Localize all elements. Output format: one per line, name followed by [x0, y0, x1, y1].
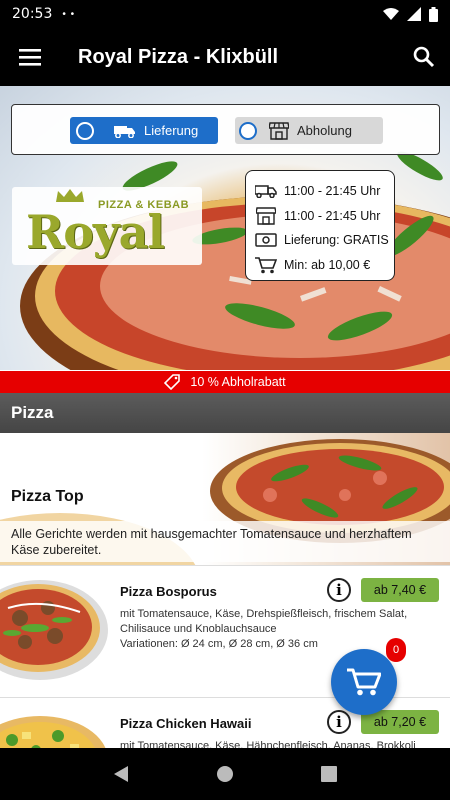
product-name: Pizza Bosporus [120, 584, 217, 599]
category-description: Alle Gerichte werden mit hausgemachter T… [0, 521, 450, 562]
store-icon [269, 121, 289, 140]
product-info-button[interactable]: i [327, 710, 351, 734]
product-description: mit Tomatensauce, Käse, Drehspießfleisch… [120, 608, 408, 635]
signal-icon [407, 7, 421, 21]
hamburger-icon [19, 49, 41, 66]
product-image [0, 716, 106, 748]
store-info-box: 11:00 - 21:45 Uhr 11:00 - 21:45 Uhr Lief… [245, 170, 395, 281]
search-icon [413, 46, 435, 68]
tag-icon [164, 374, 181, 390]
store-icon [254, 207, 278, 225]
money-icon [254, 233, 278, 247]
search-button[interactable] [398, 46, 450, 68]
order-mode-toggle: Lieferung Abholung [11, 104, 440, 155]
promo-banner: 10 % Abholrabatt [0, 371, 450, 393]
recents-button[interactable] [320, 766, 337, 782]
home-icon [216, 766, 233, 782]
pickup-radio[interactable] [239, 121, 257, 140]
delivery-fee-row: Lieferung: GRATIS [254, 228, 394, 253]
back-icon [114, 766, 129, 782]
cart-count-badge: 0 [386, 638, 406, 662]
cart-icon [347, 668, 381, 696]
home-button[interactable] [216, 765, 234, 783]
crown-icon [56, 189, 84, 202]
pickup-label: Abholung [297, 123, 352, 138]
recents-icon [320, 766, 337, 782]
menu-button[interactable] [0, 48, 60, 66]
delivery-label: Lieferung [144, 123, 199, 138]
category-header[interactable]: Pizza [0, 393, 450, 433]
product-info-button[interactable]: i [327, 578, 351, 602]
back-button[interactable] [113, 765, 129, 783]
min-order: Min: ab 10,00 € [284, 257, 371, 272]
pickup-option[interactable]: Abholung [235, 117, 383, 144]
app-bar: Royal Pizza - Klixbüll [0, 28, 450, 86]
restaurant-logo: PIZZA & KEBAB Royal [12, 187, 202, 265]
wifi-icon [383, 7, 399, 20]
cart-button[interactable] [331, 649, 397, 715]
product-price-button[interactable]: ab 7,40 € [361, 578, 439, 602]
logo-text: Royal [26, 205, 165, 259]
system-nav-bar [0, 748, 450, 800]
min-order-row: Min: ab 10,00 € [254, 253, 394, 278]
delivery-hours: 11:00 - 21:45 Uhr [284, 184, 381, 199]
page-title: Royal Pizza - Klixbüll [78, 45, 279, 68]
delivery-truck-icon [114, 124, 136, 138]
product-image [0, 580, 108, 680]
category-title: Pizza Top [11, 488, 84, 505]
pickup-hours-row: 11:00 - 21:45 Uhr [254, 204, 394, 229]
product-description: mit Tomatensauce, Käse, Hähnchenfleisch,… [120, 740, 416, 748]
product-name: Pizza Chicken Hawaii [120, 716, 252, 731]
cart-icon [254, 256, 278, 274]
pickup-hours: 11:00 - 21:45 Uhr [284, 208, 381, 223]
delivery-truck-icon [254, 184, 278, 199]
delivery-radio[interactable] [76, 121, 94, 140]
status-bar: 20:53 • • [0, 0, 450, 28]
delivery-fee: Lieferung: GRATIS [284, 233, 389, 248]
delivery-hours-row: 11:00 - 21:45 Uhr [254, 179, 394, 204]
status-icons [383, 6, 438, 22]
status-time: 20:53 [12, 6, 53, 22]
promo-text: 10 % Abholrabatt [190, 375, 286, 389]
battery-icon [429, 6, 438, 22]
notification-dots: • • [62, 8, 76, 20]
delivery-option[interactable]: Lieferung [70, 117, 218, 144]
